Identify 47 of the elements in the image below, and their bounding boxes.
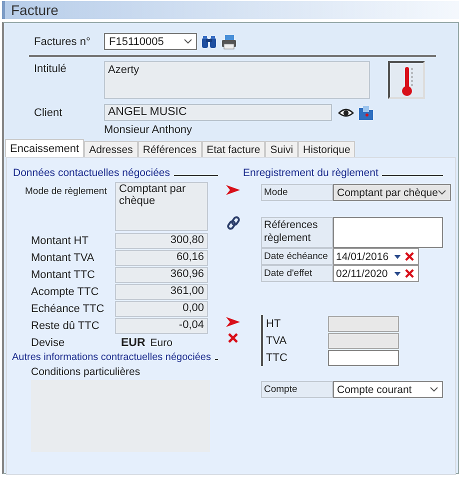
client-field[interactable]: ANGEL MUSIC	[104, 104, 332, 121]
title-field[interactable]: Azerty	[104, 61, 370, 99]
field-label: Montant TVA	[30, 252, 96, 264]
due-date-field[interactable]: 14/01/2016	[333, 248, 419, 265]
amount-field: 361,00	[115, 284, 208, 300]
window-title: Facture	[11, 2, 58, 18]
payment-mode-dropdown[interactable]: Comptant par chèque	[333, 184, 451, 201]
amount-field: 300,80	[115, 232, 208, 248]
amount-field: 360,96	[115, 266, 208, 282]
section-heading: Données contactuelles négociées	[13, 167, 170, 179]
tab[interactable]: Historique	[298, 141, 356, 157]
invoice-label: Factures n°	[33, 36, 92, 48]
client-label: Client	[33, 106, 64, 118]
field-label: Références règlement	[261, 217, 333, 248]
field-label: TTC	[266, 352, 288, 364]
tab[interactable]: Suivi	[265, 141, 298, 157]
field-label: HT	[266, 318, 282, 330]
field-label: Mode de règlement	[24, 185, 108, 197]
section-heading: Autres informations contractuelles négociées	[12, 352, 211, 363]
tab[interactable]: Références	[138, 141, 202, 157]
amount-field: 0,00	[115, 300, 208, 316]
field-label: Mode	[261, 184, 333, 201]
field-label: Conditions particulières	[30, 366, 142, 378]
currency-code: EUR	[121, 336, 146, 348]
field-label: Echéance TTC	[30, 302, 106, 314]
field-label: Reste dû TTC	[30, 320, 100, 332]
payment-mode-field: Comptant par chèque	[115, 182, 208, 231]
effect-date-field[interactable]: 02/11/2020	[333, 265, 419, 282]
contact-name: Monsieur Anthony	[104, 124, 194, 138]
field-label: Devise	[30, 336, 66, 348]
field-label: Compte	[261, 381, 333, 398]
field-label: Montant TTC	[30, 268, 96, 280]
tab[interactable]: Encaissement	[5, 139, 84, 157]
invoice-dropdown[interactable]: F15110005	[104, 33, 197, 50]
field-label: Acompte TTC	[30, 286, 100, 298]
account-dropdown[interactable]: Compte courant	[333, 381, 443, 398]
field-label: TVA	[266, 334, 288, 346]
tab[interactable]: Adresses	[84, 141, 138, 157]
amount-field: 60,16	[115, 250, 208, 266]
section-heading: Enregistrement du règlement	[243, 167, 378, 179]
field-label: Date d'effet	[261, 265, 333, 282]
title-label: Intitulé	[33, 62, 68, 75]
tab[interactable]: Etat facture	[202, 141, 266, 157]
amount-field: -0,04	[115, 318, 208, 334]
currency-name: Euro	[150, 336, 172, 348]
field-label: Date échéance	[261, 248, 333, 265]
field-label: Montant HT	[30, 234, 90, 246]
